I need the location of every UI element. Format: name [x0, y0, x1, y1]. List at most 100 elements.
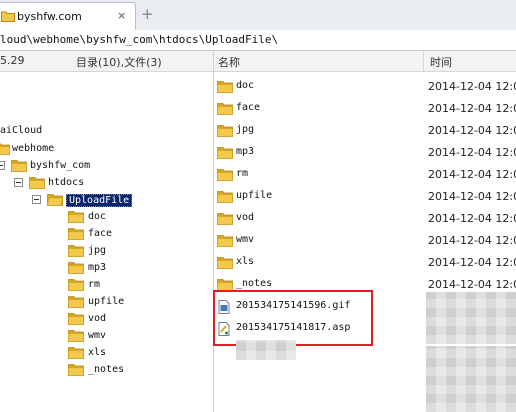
file-name: jpg [236, 124, 255, 135]
folder-icon [217, 257, 233, 269]
folder-icon [68, 228, 84, 240]
file-icon-wrap [217, 212, 233, 225]
list-item-folder[interactable]: jpg 2014-12-04 12:0 [214, 120, 516, 142]
tree-item-wmv[interactable]: wmv [0, 329, 213, 345]
collapse-icon[interactable] [14, 178, 23, 187]
tab-strip: byshfw.com × + [0, 0, 516, 31]
tree-item-notes[interactable]: _notes [0, 363, 213, 379]
tree-icon-wrap [68, 278, 84, 291]
folder-icon [68, 347, 84, 359]
list-item-folder[interactable]: doc 2014-12-04 12:0 [214, 76, 516, 98]
new-tab-button[interactable]: + [141, 6, 154, 22]
tree-item-htdocs[interactable]: htdocs [0, 176, 213, 192]
folder-icon [217, 191, 233, 203]
folder-icon [217, 235, 233, 247]
tree-item-label: xls [88, 347, 107, 358]
column-divider[interactable] [423, 51, 424, 71]
file-date: 2014-12-04 12:0 [428, 124, 516, 137]
column-header-name[interactable]: 名称 [218, 54, 240, 70]
tree-item-vod[interactable]: vod [0, 312, 213, 328]
tree-item-label: mp3 [88, 262, 107, 273]
tree-icon-wrap [68, 312, 84, 325]
file-date: 2014-12-04 12:0 [428, 102, 516, 115]
folder-icon [1, 11, 15, 22]
panel-header: 5.29 目录(10),文件(3) 名称 时间 [0, 51, 516, 72]
tree-item-label: face [88, 228, 113, 239]
tree-item-label: htdocs [48, 177, 85, 188]
tree-item-label: upfile [88, 296, 125, 307]
tree-icon-wrap [0, 142, 10, 155]
tree-item-upfile[interactable]: upfile [0, 295, 213, 311]
list-item-folder[interactable]: vod 2014-12-04 12:0 [214, 208, 516, 230]
tree-item-face[interactable]: face [0, 227, 213, 243]
tree-icon-wrap [68, 244, 84, 257]
file-name: _notes [236, 278, 273, 289]
tree-item-mp3[interactable]: mp3 [0, 261, 213, 277]
file-name: wmv [236, 234, 255, 245]
folder-icon [68, 296, 84, 308]
file-icon-wrap [217, 124, 233, 137]
file-name: upfile [236, 190, 273, 201]
tree-item-jpg[interactable]: jpg [0, 244, 213, 260]
file-icon-wrap [217, 256, 233, 269]
tree-item-label: jpg [88, 245, 107, 256]
folder-summary: 目录(10),文件(3) [76, 56, 162, 69]
folder-icon [217, 213, 233, 225]
column-header-time[interactable]: 时间 [430, 54, 452, 70]
file-icon-wrap [217, 190, 233, 203]
file-date: 2014-12-04 12:0 [428, 168, 516, 181]
list-item-folder[interactable]: xls 2014-12-04 12:0 [214, 252, 516, 274]
file-date: 2014-12-04 12:0 [428, 146, 516, 159]
file-icon-wrap [217, 102, 233, 115]
folder-icon [217, 103, 233, 115]
folder-icon [68, 211, 84, 223]
blurred-region [426, 346, 516, 412]
folder-icon [68, 313, 84, 325]
tab-label: byshfw.com [17, 10, 82, 23]
tree-item-webhome[interactable]: webhome [0, 142, 213, 158]
tree-item-label: vod [88, 313, 107, 324]
tree-icon-wrap [29, 176, 45, 189]
file-date: 2014-12-04 12:0 [428, 80, 516, 93]
collapse-icon[interactable] [0, 161, 5, 170]
tree-item-byshfw-com[interactable]: byshfw_com [0, 159, 213, 175]
file-icon-wrap [217, 168, 233, 181]
tree-icon-wrap [11, 159, 27, 172]
folder-icon [11, 160, 27, 172]
tab-byshfw[interactable]: byshfw.com × [0, 2, 136, 30]
close-tab-icon[interactable]: × [117, 9, 126, 22]
file-name: xls [236, 256, 255, 267]
blurred-region [236, 340, 296, 360]
tree-item-rm[interactable]: rm [0, 278, 213, 294]
tree-item-label: _notes [88, 364, 125, 375]
tree-item-uploadfile[interactable]: UploadFile [0, 193, 213, 209]
list-item-folder[interactable]: wmv 2014-12-04 12:0 [214, 230, 516, 252]
tree-item-doc[interactable]: doc [0, 210, 213, 226]
file-name: rm [236, 168, 249, 179]
folder-icon [68, 245, 84, 257]
file-icon-wrap [217, 146, 233, 159]
list-item-folder[interactable]: face 2014-12-04 12:0 [214, 98, 516, 120]
tree-icon-wrap [68, 227, 84, 240]
tree-icon-wrap [47, 193, 63, 206]
file-date: 2014-12-04 12:0 [428, 256, 516, 269]
folder-icon [0, 143, 10, 155]
tree-item-label: aiCloud [0, 125, 43, 136]
list-item-folder[interactable]: mp3 2014-12-04 12:0 [214, 142, 516, 164]
address-bar[interactable]: loud\webhome\byshfw_com\htdocs\UploadFil… [0, 30, 516, 51]
tree-item-label: rm [88, 279, 101, 290]
folder-icon [68, 330, 84, 342]
tree-item-label: doc [88, 211, 107, 222]
collapse-icon[interactable] [32, 195, 41, 204]
tree-item-aicloud[interactable]: aiCloud [0, 124, 213, 140]
tree-icon-wrap [68, 295, 84, 308]
file-date: 2014-12-04 12:0 [428, 190, 516, 203]
folder-icon [68, 279, 84, 291]
folder-icon [217, 125, 233, 137]
file-icon-wrap [217, 234, 233, 247]
list-item-folder[interactable]: upfile 2014-12-04 12:0 [214, 186, 516, 208]
blurred-region [426, 292, 516, 344]
list-item-folder[interactable]: rm 2014-12-04 12:0 [214, 164, 516, 186]
tree-item-xls[interactable]: xls [0, 346, 213, 362]
file-name: vod [236, 212, 255, 223]
